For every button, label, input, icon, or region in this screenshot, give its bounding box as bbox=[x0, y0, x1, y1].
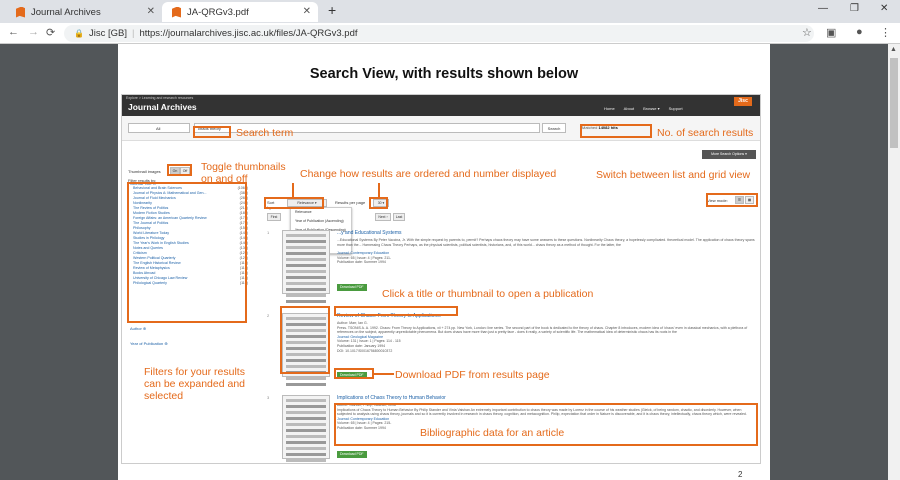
sort-option[interactable]: Year of Publication (Ascending) bbox=[291, 217, 351, 226]
app-header: Explore > Learning and research resource… bbox=[122, 95, 760, 116]
per-page-box bbox=[369, 197, 388, 209]
filters-box bbox=[127, 182, 247, 323]
per-page-label: Results per page bbox=[335, 200, 366, 205]
result-thumbnail[interactable] bbox=[282, 230, 330, 303]
result-meta: Author: Marr, Ian G. Press. TSONIS A. A.… bbox=[337, 321, 757, 353]
search-term-box bbox=[193, 126, 231, 138]
jisc-badge: Jisc bbox=[734, 97, 752, 106]
profile-icon[interactable]: ● bbox=[856, 26, 863, 38]
extension-icon[interactable]: ▣ bbox=[826, 26, 836, 39]
annotation-hits: No. of search results bbox=[657, 127, 754, 139]
site-name: Jisc [GB] bbox=[88, 28, 127, 39]
bookmark-star-icon[interactable]: ☆ bbox=[802, 26, 812, 39]
more-search-options-button[interactable]: More Search Options ▾ bbox=[702, 150, 756, 159]
close-window-button[interactable]: ✕ bbox=[880, 3, 888, 14]
result-number: 3 bbox=[267, 395, 270, 400]
menu-icon[interactable]: ⋮ bbox=[880, 26, 891, 39]
close-tab-icon[interactable]: ✕ bbox=[303, 6, 311, 17]
annotation-order: Change how results are ordered and numbe… bbox=[300, 168, 557, 180]
next-page-button[interactable]: Next › bbox=[375, 213, 391, 221]
annotation-search-term: Search term bbox=[236, 127, 294, 139]
journal-archives-favicon-icon bbox=[16, 6, 25, 18]
thumbnail-toggle-box bbox=[167, 164, 192, 176]
search-scope-select[interactable]: All bbox=[128, 123, 190, 133]
result-date: Publication date: Summer 1994 bbox=[337, 260, 386, 265]
app-logo: Journal Archives bbox=[128, 102, 197, 112]
app-menu: Home About Browse ▾ Support bbox=[604, 106, 683, 111]
scroll-up-icon[interactable]: ▲ bbox=[890, 46, 897, 53]
result-thumbnail[interactable] bbox=[282, 395, 330, 462]
search-button[interactable]: Search bbox=[542, 123, 566, 133]
page-number: 2 bbox=[738, 470, 743, 479]
result-title[interactable]: Implications of Chaos Theory to Human Be… bbox=[337, 395, 446, 401]
annotation-filters: Filters for your results can be expanded… bbox=[144, 366, 246, 402]
breadcrumb: Explore > Learning and research resource… bbox=[126, 96, 194, 100]
thumbnail-label: Thumbnail images bbox=[128, 169, 161, 174]
sort-box bbox=[264, 197, 324, 209]
download-connector bbox=[374, 373, 394, 375]
scrollbar-thumb[interactable] bbox=[890, 58, 898, 148]
result-meta: ...Educational Systems By Peter Vaccina,… bbox=[337, 238, 757, 265]
lock-icon: 🔒 bbox=[74, 29, 84, 38]
biblio-box bbox=[334, 403, 758, 446]
tab-label: Journal Archives bbox=[31, 6, 101, 18]
forward-icon[interactable]: → bbox=[28, 26, 39, 38]
back-icon[interactable]: ← bbox=[8, 26, 19, 38]
tab-pdf[interactable]: JA-QRGv3.pdf ✕ bbox=[162, 2, 318, 22]
result-snippet: Press. TSONIS A. A. 1992. Chaos: From Th… bbox=[337, 325, 748, 335]
first-page-button[interactable]: First bbox=[267, 213, 281, 221]
annotation-download: Download PDF from results page bbox=[395, 369, 550, 381]
thumbnail-box bbox=[280, 306, 330, 374]
toolbar: ← → ⟳ 🔒 Jisc [GB] | https://journalarchi… bbox=[0, 23, 900, 44]
result-number: 2 bbox=[267, 313, 270, 318]
separator: | bbox=[131, 28, 135, 39]
order-connector bbox=[292, 183, 294, 197]
annotation-click-title: Click a title or thumbnail to open a pub… bbox=[382, 288, 594, 300]
reload-icon[interactable]: ⟳ bbox=[46, 26, 55, 39]
download-pdf-button[interactable]: Download PDF bbox=[337, 284, 367, 291]
result-title[interactable]: ...y and Educational Systems bbox=[337, 230, 401, 236]
year-facet[interactable]: Year of Publication ⊕ bbox=[130, 341, 168, 346]
menu-about[interactable]: About bbox=[624, 106, 634, 111]
url-text: https://journalarchives.jisc.ac.uk/files… bbox=[139, 28, 358, 39]
result-doi: DOI: 10.1017/S0016756800010372 bbox=[337, 348, 393, 353]
annotation-view: Switch between list and grid view bbox=[596, 169, 751, 181]
download-box bbox=[334, 368, 374, 379]
embedded-screenshot: Explore > Learning and research resource… bbox=[121, 94, 761, 464]
pdf-favicon-icon bbox=[172, 6, 181, 18]
download-pdf-button[interactable]: Download PDF bbox=[337, 451, 367, 458]
tab-label: JA-QRGv3.pdf bbox=[187, 6, 249, 18]
title-box bbox=[334, 306, 458, 316]
order-connector bbox=[378, 183, 380, 197]
page-title: Search View, with results shown below bbox=[309, 66, 579, 82]
annotation-biblio: Bibliographic data for an article bbox=[420, 427, 565, 439]
scrollbar[interactable]: ▲ bbox=[888, 44, 900, 480]
address-bar[interactable]: 🔒 Jisc [GB] | https://journalarchives.ji… bbox=[64, 25, 814, 42]
result-item: 1 ...y and Educational Systems ...Educat… bbox=[267, 230, 757, 303]
browser-chrome: Journal Archives ✕ JA-QRGv3.pdf ✕ + — ❐ … bbox=[0, 0, 900, 44]
menu-home[interactable]: Home bbox=[604, 106, 615, 111]
author-facet-label: Author bbox=[130, 326, 142, 331]
menu-support[interactable]: Support bbox=[669, 106, 683, 111]
last-page-button[interactable]: Last bbox=[393, 213, 405, 221]
close-tab-icon[interactable]: ✕ bbox=[147, 6, 155, 17]
result-snippet: ...Educational Systems By Peter Vaccina,… bbox=[337, 238, 755, 247]
sort-option[interactable]: Relevance bbox=[291, 208, 351, 217]
view-mode-box bbox=[706, 193, 758, 207]
hits-box bbox=[580, 124, 652, 138]
year-facet-label: Year of Publication bbox=[130, 341, 164, 346]
restore-button[interactable]: ❐ bbox=[850, 3, 859, 14]
author-facet[interactable]: Author ⊕ bbox=[130, 326, 146, 331]
minimize-button[interactable]: — bbox=[818, 3, 828, 14]
new-tab-button[interactable]: + bbox=[328, 2, 336, 18]
tab-journal-archives[interactable]: Journal Archives ✕ bbox=[6, 2, 162, 22]
pdf-page: Search View, with results shown below Ex… bbox=[118, 44, 770, 480]
result-number: 1 bbox=[267, 230, 270, 235]
menu-browse[interactable]: Browse ▾ bbox=[643, 106, 659, 111]
